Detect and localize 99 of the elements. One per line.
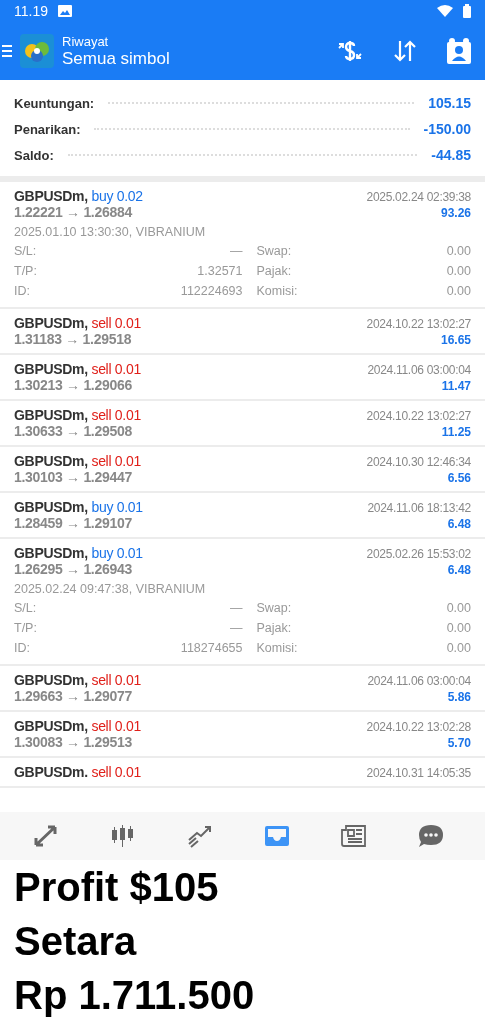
- screen-title: Semua simbol: [62, 48, 171, 69]
- detail-label: Komisi:: [256, 640, 298, 657]
- trade-symbol: GBPUSDm, sell 0.01: [14, 718, 141, 734]
- trade-symbol: GBPUSDm, sell 0.01: [14, 672, 141, 688]
- clock: 11.19: [14, 3, 48, 19]
- detail-value: 0.00: [446, 640, 471, 657]
- trend-line-icon[interactable]: [187, 824, 214, 848]
- trade-prices: 1.26295 → 1.26943: [14, 561, 132, 577]
- currency-exchange-icon[interactable]: [337, 39, 363, 63]
- open-info: 2025.02.24 09:47:38, VIBRANIUM: [14, 582, 207, 596]
- screen-subtitle: Riwayat: [62, 33, 110, 49]
- trade-prices: 1.28459 → 1.29107: [14, 515, 132, 531]
- detail-value: 118274655: [180, 640, 243, 657]
- trade-prices: 1.30103 → 1.29447: [14, 469, 132, 485]
- trade-profit: 16.65: [440, 333, 471, 347]
- summary-label: Saldo:: [14, 147, 54, 163]
- trade-symbol: GBPUSDm, sell 0.01: [14, 361, 141, 377]
- detail-value: —: [230, 600, 243, 617]
- detail-value: —: [230, 243, 243, 260]
- trade-profit: 6.56: [447, 471, 471, 485]
- detail-label: Pajak:: [256, 620, 292, 637]
- caption-text: Rp 1.711.500: [14, 972, 256, 1019]
- detail-label: T/P:: [14, 263, 37, 280]
- detail-value: 112224693: [180, 283, 243, 300]
- trade-prices: 1.30633 → 1.29508: [14, 423, 132, 439]
- detail-value: 0.00: [446, 620, 471, 637]
- trade-symbol: GBPUSDm, sell 0.01: [14, 315, 141, 331]
- trade-row[interactable]: GBPUSDm. sell 0.01 2024.10.31 14:05:35: [0, 758, 485, 788]
- trade-symbol: GBPUSDm, buy 0.01: [14, 499, 143, 515]
- detail-label: S/L:: [14, 600, 37, 617]
- trade-symbol: GBPUSDm, buy 0.02: [14, 188, 143, 204]
- detail-value: 0.00: [446, 283, 471, 300]
- newspaper-icon[interactable]: [340, 824, 367, 848]
- trade-time: 2024.11.06 18:13:42: [367, 501, 471, 515]
- detail-label: Pajak:: [256, 263, 292, 280]
- calendar-person-icon[interactable]: [447, 38, 471, 64]
- trade-row[interactable]: GBPUSDm, sell 0.01 2024.10.22 13:02:27 1.31183 → 1.29518 16.65: [0, 309, 485, 355]
- detail-value: —: [230, 620, 243, 637]
- inbox-icon[interactable]: [263, 824, 290, 848]
- summary-label: Penarikan:: [14, 121, 81, 137]
- wifi-icon: [437, 5, 453, 17]
- trade-profit: 11.25: [441, 425, 471, 439]
- trade-row[interactable]: GBPUSDm, sell 0.01 2024.10.30 12:46:34 1.30103 → 1.29447 6.56: [0, 447, 485, 493]
- detail-label: ID:: [14, 640, 30, 657]
- trade-row[interactable]: GBPUSDm, buy 0.02 2025.02.24 02:39:38 1.22221 → 1.26884 93.26 2025.01.10 13:30:30, VIBRANIUM S/L: — Swap: 0.00 T/P: 1.32571 Pajak: 0.00 ID: 112224693 Komisi: 0.00: [0, 182, 485, 309]
- trade-time: 2024.10.31 14:05:35: [366, 766, 471, 780]
- chat-bubble-icon[interactable]: [417, 824, 444, 848]
- trade-prices: 1.31183 → 1.29518: [14, 331, 132, 347]
- trade-row[interactable]: GBPUSDm, sell 0.01 2024.11.06 03:00:04 1.30213 → 1.29066 11.47: [0, 355, 485, 401]
- trade-time: 2024.10.22 13:02:28: [366, 720, 471, 734]
- trade-row[interactable]: GBPUSDm, buy 0.01 2025.02.26 15:53:02 1.26295 → 1.26943 6.48 2025.02.24 09:47:38, VIBRANIUM S/L: — Swap: 0.00 T/P: — Pajak: 0.00 ID: 118274655 Komisi: 0.00: [0, 539, 485, 666]
- trade-prices: 1.22221 → 1.26884: [14, 204, 132, 220]
- detail-label: ID:: [14, 283, 30, 300]
- detail-value: 0.00: [446, 600, 471, 617]
- sort-icon[interactable]: [393, 40, 417, 62]
- caption-text: Setara: [14, 918, 138, 965]
- trade-row[interactable]: GBPUSDm, sell 0.01 2024.10.22 13:02:28 1.30083 → 1.29513 5.70: [0, 712, 485, 758]
- summary-value: 105.15: [428, 95, 471, 111]
- open-info: 2025.01.10 13:30:30, VIBRANIUM: [14, 225, 207, 239]
- image-icon: [58, 5, 72, 17]
- trade-symbol: GBPUSDm, sell 0.01: [14, 407, 141, 423]
- detail-label: T/P:: [14, 620, 37, 637]
- trade-symbol: GBPUSDm, sell 0.01: [14, 453, 141, 469]
- detail-label: Swap:: [256, 243, 292, 260]
- detail-value: 0.00: [446, 263, 471, 280]
- double-arrow-icon[interactable]: [33, 824, 60, 848]
- trade-profit: 5.86: [447, 690, 471, 704]
- trade-prices: 1.29663 → 1.29077: [14, 688, 132, 704]
- menu-icon[interactable]: [2, 44, 12, 58]
- trade-time: 2024.10.22 13:02:27: [366, 317, 471, 331]
- trade-symbol: GBPUSDm. sell 0.01: [14, 764, 141, 780]
- trade-time: 2024.11.06 03:00:04: [367, 674, 471, 688]
- caption-text: Profit $105: [14, 864, 220, 911]
- trade-time: 2024.11.06 03:00:04: [367, 363, 471, 377]
- trade-profit: 5.70: [447, 736, 471, 750]
- summary-value: -150.00: [423, 121, 471, 137]
- detail-label: S/L:: [14, 243, 37, 260]
- trade-symbol: GBPUSDm, buy 0.01: [14, 545, 143, 561]
- trade-prices: 1.30213 → 1.29066: [14, 377, 132, 393]
- trade-time: 2025.02.24 02:39:38: [366, 190, 471, 204]
- trade-row[interactable]: GBPUSDm, sell 0.01 2024.11.06 03:00:04 1.29663 → 1.29077 5.86: [0, 666, 485, 712]
- trade-profit: 6.48: [447, 517, 471, 531]
- detail-label: Swap:: [256, 600, 292, 617]
- summary-label: Keuntungan:: [14, 95, 95, 111]
- trade-profit: 93.26: [440, 206, 471, 220]
- trade-time: 2024.10.22 13:02:27: [366, 409, 471, 423]
- trade-time: 2025.02.26 15:53:02: [366, 547, 471, 561]
- trade-prices: 1.30083 → 1.29513: [14, 734, 132, 750]
- summary-value: -44.85: [431, 147, 471, 163]
- trade-profit: 11.47: [441, 379, 471, 393]
- trade-time: 2024.10.30 12:46:34: [366, 455, 471, 469]
- trade-profit: 6.48: [447, 563, 471, 577]
- detail-label: Komisi:: [256, 283, 298, 300]
- trade-row[interactable]: GBPUSDm, buy 0.01 2024.11.06 18:13:42 1.28459 → 1.29107 6.48: [0, 493, 485, 539]
- detail-value: 0.00: [446, 243, 471, 260]
- battery-icon: [463, 4, 471, 18]
- detail-value: 1.32571: [197, 263, 243, 280]
- trade-row[interactable]: GBPUSDm, sell 0.01 2024.10.22 13:02:27 1.30633 → 1.29508 11.25: [0, 401, 485, 447]
- app-logo-icon: [20, 34, 54, 68]
